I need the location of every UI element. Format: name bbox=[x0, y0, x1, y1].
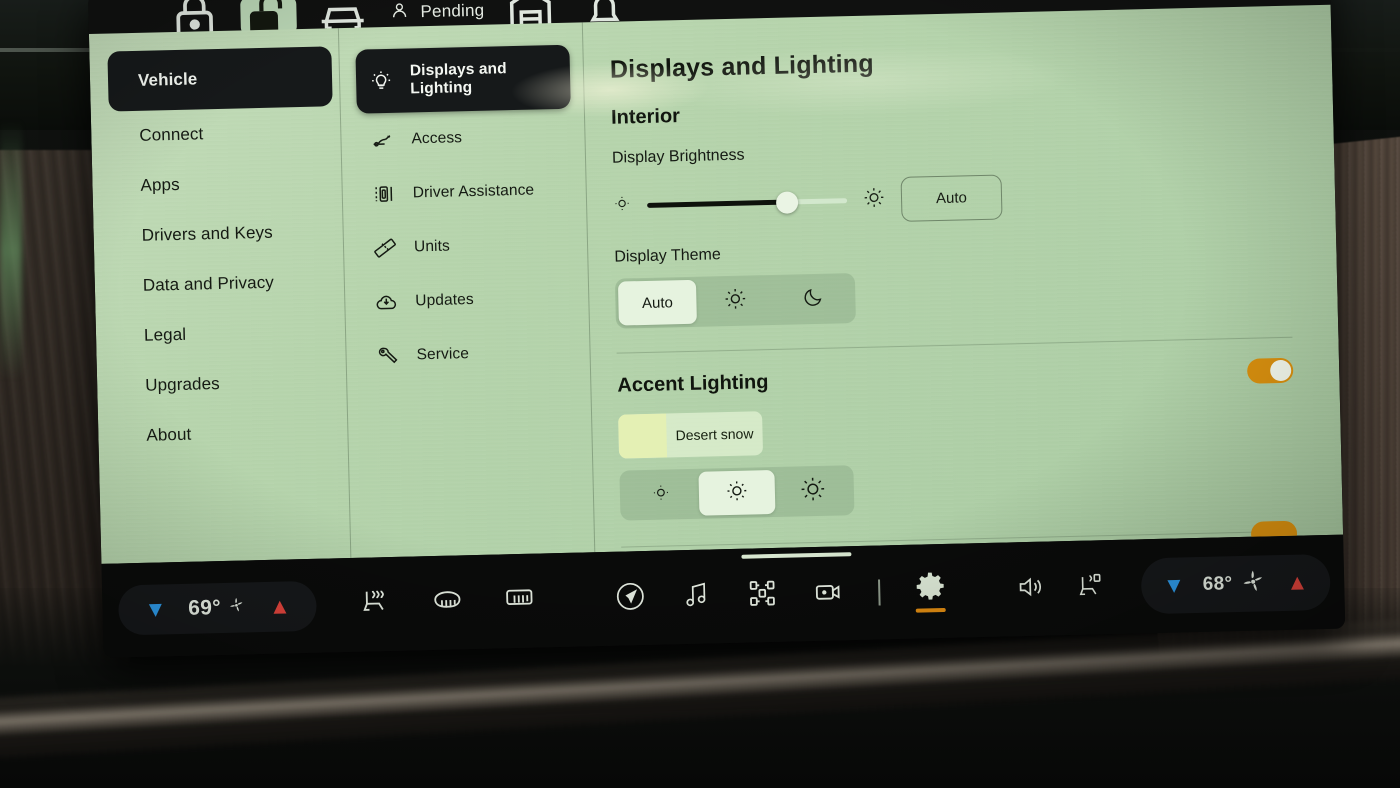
brightness-auto-button[interactable]: Auto bbox=[900, 174, 1003, 222]
passenger-temperature: 68° bbox=[1202, 565, 1268, 603]
fan-icon bbox=[227, 594, 248, 620]
volume-icon[interactable] bbox=[1015, 571, 1046, 607]
cloud-download-icon bbox=[373, 289, 400, 316]
display-brightness-row: Auto bbox=[613, 168, 1290, 229]
display-theme-segmented-control: Auto bbox=[614, 273, 856, 329]
car-access-icon bbox=[369, 127, 396, 154]
front-defrost-icon[interactable] bbox=[430, 583, 465, 623]
sidebar-item-displays-and-lighting[interactable]: Displays and Lighting bbox=[355, 44, 571, 114]
brightness-low-icon[interactable] bbox=[613, 194, 632, 217]
sidebar-item-legal[interactable]: Legal bbox=[105, 306, 346, 362]
taskbar-right-icons: ▼ 68° ▲ bbox=[1014, 553, 1344, 618]
sidebar-item-data-and-privacy[interactable]: Data and Privacy bbox=[104, 256, 345, 312]
sidebar-item-upgrades[interactable]: Upgrades bbox=[107, 356, 348, 412]
sidebar-item-driver-assistance[interactable]: Driver Assistance bbox=[358, 163, 573, 222]
section-heading-interior: Interior bbox=[610, 105, 681, 129]
sidebar-item-vehicle[interactable]: Vehicle bbox=[107, 46, 333, 112]
theme-option-light[interactable] bbox=[696, 278, 775, 324]
sidebar-item-updates[interactable]: Updates bbox=[361, 271, 576, 330]
taskbar-divider bbox=[878, 579, 881, 606]
sidebar-item-label: Units bbox=[413, 237, 451, 256]
moon-icon bbox=[801, 285, 826, 314]
tire-pressure-icon[interactable] bbox=[746, 576, 779, 614]
sidebar-item-label: Updates bbox=[415, 290, 474, 310]
brightness-high-icon[interactable] bbox=[863, 186, 886, 214]
media-icon[interactable] bbox=[680, 578, 713, 616]
brightness-high-icon bbox=[800, 476, 827, 507]
taskbar-left-icons bbox=[358, 581, 537, 624]
climate-control-driver[interactable]: ▼ 69° ▲ bbox=[117, 580, 318, 636]
driver-temperature: 69° bbox=[188, 594, 247, 621]
accent-brightness-low[interactable] bbox=[622, 472, 699, 518]
secondary-sidebar: Displays and Lighting Access Driver Assi… bbox=[339, 22, 596, 558]
car-interior-scene: Pending Vehicle Connect Apps Drivers and… bbox=[0, 0, 1400, 788]
accent-brightness-medium[interactable] bbox=[698, 469, 776, 516]
sidebar-item-service[interactable]: Service bbox=[362, 325, 577, 384]
theme-option-auto[interactable]: Auto bbox=[617, 279, 697, 326]
chevron-up-icon[interactable]: ▲ bbox=[269, 593, 291, 619]
taskbar-center-icons bbox=[614, 570, 947, 620]
active-app-underline bbox=[915, 607, 947, 613]
slider-thumb[interactable] bbox=[775, 190, 799, 214]
sidebar-item-drivers-and-keys[interactable]: Drivers and Keys bbox=[103, 206, 344, 262]
primary-sidebar: Vehicle Connect Apps Drivers and Keys Da… bbox=[89, 28, 352, 564]
fan-icon bbox=[1238, 565, 1269, 602]
brightness-low-icon bbox=[651, 482, 672, 506]
chevron-down-icon[interactable]: ▼ bbox=[1163, 572, 1185, 598]
accent-brightness-segmented-control bbox=[619, 465, 855, 521]
sidebar-item-apps[interactable]: Apps bbox=[102, 156, 343, 212]
seat-settings-icon[interactable] bbox=[1075, 570, 1106, 606]
page-title: Displays and Lighting bbox=[609, 49, 875, 84]
pending-label: Pending bbox=[420, 0, 485, 22]
secondary-nav-list: Displays and Lighting Access Driver Assi… bbox=[355, 44, 577, 384]
navigation-icon[interactable] bbox=[614, 580, 647, 618]
pending-status[interactable]: Pending bbox=[388, 0, 485, 26]
accent-color-chip[interactable]: Desert snow bbox=[618, 411, 764, 459]
content-panel: Displays and Lighting Interior Display B… bbox=[569, 5, 1343, 553]
section-divider-1 bbox=[616, 336, 1293, 354]
center-touchscreen[interactable]: Pending Vehicle Connect Apps Drivers and… bbox=[88, 0, 1346, 658]
passenger-temp-value: 68° bbox=[1202, 573, 1233, 595]
chevron-down-icon[interactable]: ▼ bbox=[144, 596, 166, 622]
brightness-slider[interactable] bbox=[647, 190, 848, 217]
sidebar-item-label: Service bbox=[416, 345, 470, 364]
sidebar-item-connect[interactable]: Connect bbox=[101, 106, 342, 162]
sidebar-item-access[interactable]: Access bbox=[357, 109, 572, 168]
sidebar-item-units[interactable]: Units bbox=[359, 217, 574, 276]
primary-nav-list: Vehicle Connect Apps Drivers and Keys Da… bbox=[99, 46, 349, 462]
display-theme-label: Display Theme bbox=[614, 246, 721, 266]
ruler-icon bbox=[372, 235, 399, 262]
screen-glow-left bbox=[0, 120, 22, 380]
person-icon bbox=[388, 0, 411, 26]
lightbulb-icon bbox=[368, 68, 395, 95]
accent-lighting-toggle[interactable] bbox=[1246, 357, 1294, 384]
seat-heater-icon[interactable] bbox=[358, 584, 393, 624]
sidebar-item-label: Access bbox=[411, 129, 463, 148]
accent-color-name: Desert snow bbox=[675, 425, 754, 444]
accent-lighting-label: Accent Lighting bbox=[617, 371, 769, 397]
chevron-up-icon[interactable]: ▲ bbox=[1286, 569, 1308, 595]
toggle-knob bbox=[1269, 359, 1292, 382]
sidebar-item-about[interactable]: About bbox=[108, 406, 349, 462]
scroll-indicator bbox=[741, 552, 852, 559]
theme-option-dark[interactable] bbox=[774, 276, 853, 322]
sidebar-item-label: Driver Assistance bbox=[412, 181, 535, 202]
accent-brightness-high[interactable] bbox=[774, 468, 851, 514]
sun-icon bbox=[723, 287, 748, 316]
accent-lighting-row: Accent Lighting bbox=[617, 357, 1294, 399]
settings-app: 40° LTE 10:44 AM PASSENGER AIRBAG OFF bbox=[88, 4, 1344, 564]
gear-icon[interactable] bbox=[914, 570, 947, 613]
wrench-icon bbox=[374, 343, 401, 370]
display-brightness-label: Display Brightness bbox=[611, 146, 745, 167]
climate-control-passenger[interactable]: ▼ 68° ▲ bbox=[1140, 553, 1331, 615]
driver-assistance-icon bbox=[370, 181, 397, 208]
sidebar-item-label: Displays and Lighting bbox=[409, 60, 507, 98]
driver-temp-value: 69° bbox=[188, 596, 222, 620]
slider-fill bbox=[647, 199, 788, 208]
dashcam-icon[interactable] bbox=[812, 575, 845, 613]
rear-defrost-icon[interactable] bbox=[502, 581, 537, 621]
accent-color-swatch bbox=[618, 413, 668, 459]
brightness-mid-icon bbox=[725, 479, 750, 508]
